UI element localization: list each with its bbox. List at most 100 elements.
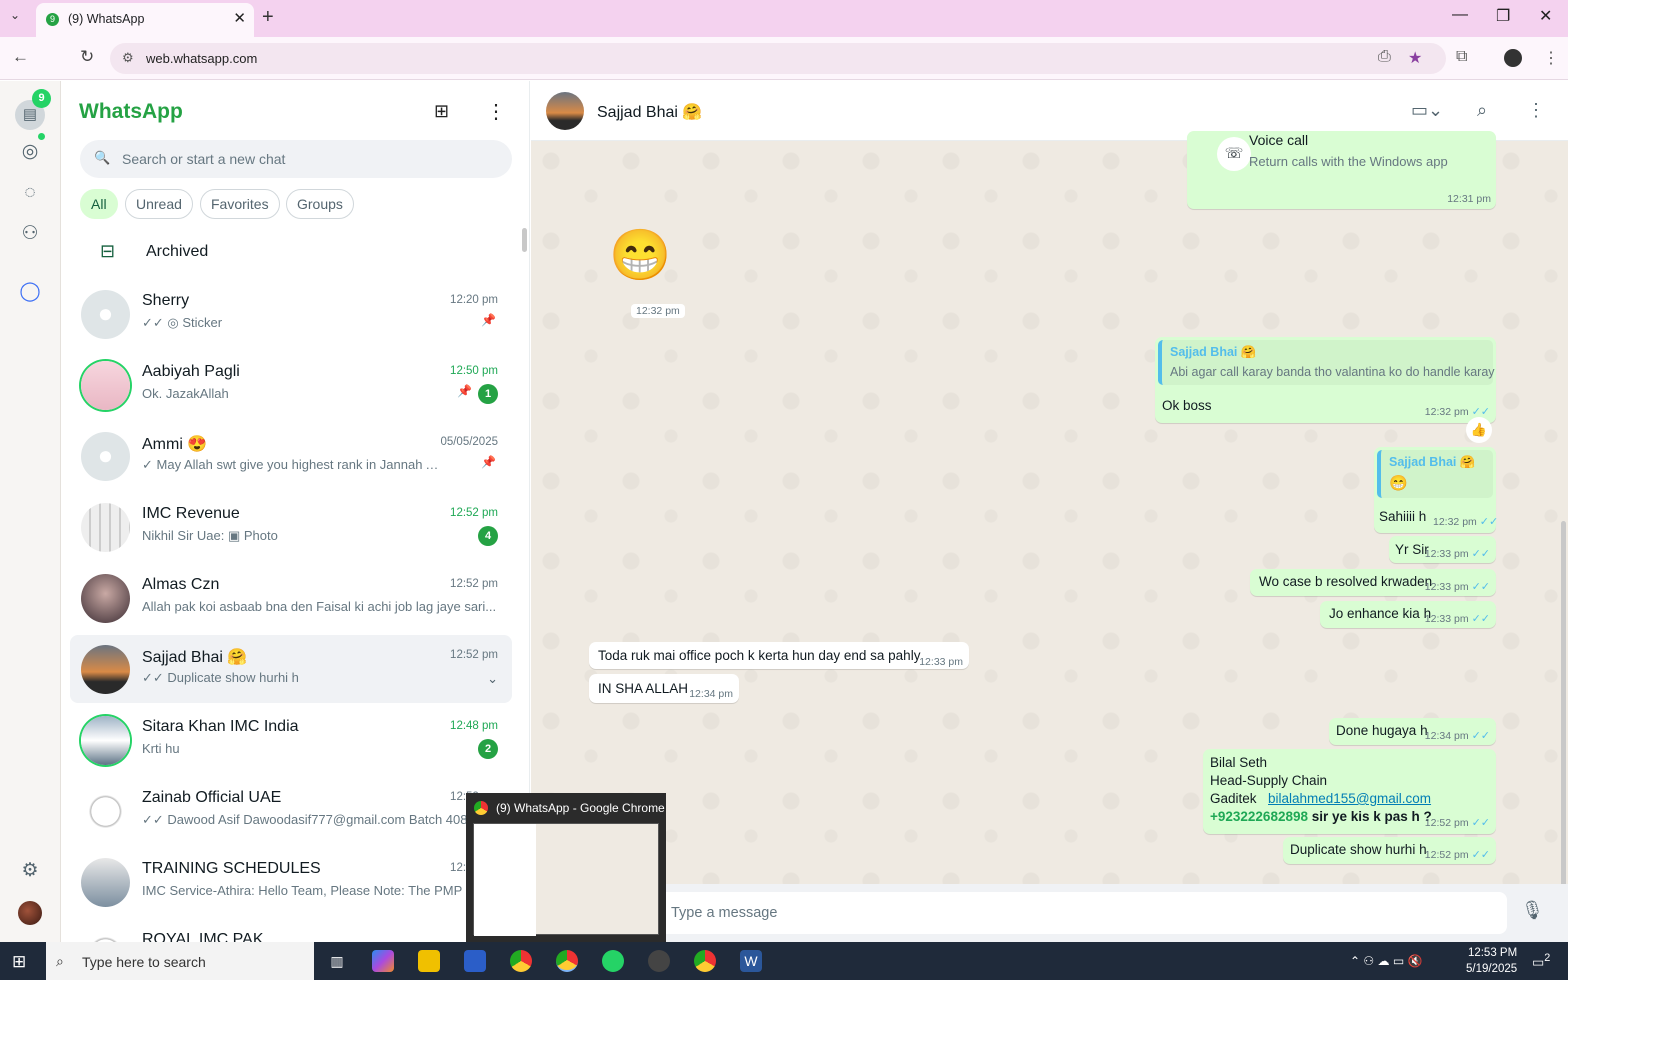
avatar: [81, 290, 130, 339]
quoted-message[interactable]: Sajjad Bhai 🤗 Abi agar call karay banda …: [1158, 340, 1495, 385]
chat-row-zainab[interactable]: Zainab Official UAE ✓✓ Dawood Asif Dawoo…: [70, 777, 512, 845]
chat-row-training[interactable]: TRAINING SCHEDULES IMC Service-Athira: H…: [70, 848, 512, 916]
profile-avatar-icon[interactable]: [1504, 49, 1522, 67]
chrome-icon[interactable]: [510, 950, 532, 972]
notification-icon[interactable]: ▭2: [1532, 952, 1550, 970]
menu-icon[interactable]: ⋮: [486, 99, 506, 124]
meta-ai-icon[interactable]: ◯: [19, 281, 41, 303]
chat-row-sherry[interactable]: Sherry ✓✓ ◎ Sticker 12:20 pm 📌: [70, 280, 512, 348]
profile-avatar[interactable]: [18, 901, 42, 925]
search-input[interactable]: 🔍 Search or start a new chat: [80, 140, 512, 178]
filter-groups[interactable]: Groups: [286, 189, 354, 219]
new-tab-button[interactable]: +: [262, 6, 274, 29]
copilot-icon[interactable]: [372, 950, 394, 972]
reaction-thumbs-up[interactable]: 👍: [1466, 417, 1492, 443]
status-dot-icon: [38, 133, 45, 140]
outgoing-message[interactable]: Done hugaya h 12:34 pm ✓✓: [1329, 718, 1496, 745]
chrome-active-icon[interactable]: [556, 950, 578, 972]
file-explorer-icon[interactable]: [418, 950, 440, 972]
outgoing-message[interactable]: Bilal Seth Head-Supply Chain Gaditek bil…: [1203, 749, 1496, 834]
message-text: Duplicate show hurhi h: [1290, 842, 1427, 857]
new-chat-icon[interactable]: ⊞: [434, 101, 449, 122]
chat-name: Zainab Official UAE: [142, 789, 282, 806]
chat-row-ammi[interactable]: Ammi 😍 ✓ May Allah swt give you highest …: [70, 422, 512, 490]
contact-avatar[interactable]: [546, 92, 584, 130]
read-tick-icon: ✓✓: [1471, 817, 1490, 829]
video-call-icon[interactable]: ▭⌄: [1411, 100, 1443, 121]
outgoing-message[interactable]: Sajjad Bhai 🤗 Abi agar call karay banda …: [1155, 337, 1496, 423]
archived-row[interactable]: ⊟ Archived: [62, 231, 529, 273]
tab-close-icon[interactable]: ✕: [233, 9, 246, 27]
taskbar-search[interactable]: ⌕ Type here to search: [46, 942, 314, 980]
chrome-profile-icon[interactable]: [694, 950, 716, 972]
browser-tab[interactable]: 9 (9) WhatsApp ✕: [36, 3, 254, 37]
chevron-down-icon[interactable]: ⌄: [487, 671, 498, 687]
channels-icon[interactable]: ◌: [19, 182, 41, 204]
reload-icon[interactable]: ↻: [80, 47, 94, 67]
window-close-button[interactable]: ✕: [1539, 6, 1552, 26]
minimize-button[interactable]: —: [1452, 6, 1468, 24]
word-icon[interactable]: W: [740, 950, 762, 972]
taskbar-clock[interactable]: 12:53 PM 5/19/2025: [1466, 945, 1517, 977]
filter-favorites[interactable]: Favorites: [200, 189, 280, 219]
avatar: [81, 929, 130, 942]
voice-call-bubble[interactable]: ☏ Voice call Return calls with the Windo…: [1187, 131, 1496, 209]
outgoing-message[interactable]: Yr Sir 12:33 pm ✓✓: [1389, 536, 1496, 563]
contact-name[interactable]: Sajjad Bhai 🤗: [597, 102, 702, 122]
task-view-icon[interactable]: ▥: [326, 950, 348, 972]
quoted-message[interactable]: Sajjad Bhai 🤗 😁: [1377, 450, 1493, 498]
chat-name: ROYAL IMC PAK: [142, 931, 264, 942]
read-tick-icon: ✓✓: [1479, 516, 1499, 528]
incoming-message[interactable]: Toda ruk mai office poch k kerta hun day…: [589, 642, 969, 669]
system-tray-icons[interactable]: ⌃ ⚇ ☁ ▭ 🔇: [1350, 954, 1422, 968]
chat-preview: Ok. JazakAllah: [142, 386, 229, 401]
address-bar[interactable]: ⚙ web.whatsapp.com: [110, 43, 1446, 74]
sticker-emoji[interactable]: 😁: [609, 226, 671, 285]
site-info-icon[interactable]: ⚙: [122, 50, 134, 66]
incoming-message[interactable]: IN SHA ALLAH 12:34 pm: [589, 674, 739, 703]
chat-row-sitara[interactable]: Sitara Khan IMC India Krti hu 12:48 pm 2: [70, 706, 512, 774]
message-placeholder: Type a message: [671, 905, 778, 921]
preview-thumbnail[interactable]: [473, 823, 659, 936]
status-icon[interactable]: ◎: [19, 141, 41, 163]
outgoing-message[interactable]: Duplicate show hurhi h 12:52 pm ✓✓: [1283, 837, 1496, 864]
chat-row-almas[interactable]: Almas Czn Allah pak koi asbaab bna den F…: [70, 564, 512, 632]
chat-row-royal[interactable]: ROYAL IMC PAK: [70, 919, 512, 942]
menu-icon[interactable]: ⋮: [1527, 100, 1545, 121]
conversation-scrollbar[interactable]: [1561, 521, 1566, 901]
clock-app-icon[interactable]: [648, 950, 670, 972]
search-icon[interactable]: ⌕: [1477, 100, 1487, 121]
outgoing-message[interactable]: Wo case b resolved krwaden 12:33 pm ✓✓: [1250, 569, 1496, 596]
install-app-icon[interactable]: ⎙: [1378, 48, 1391, 66]
archived-label: Archived: [146, 243, 209, 260]
app-icon[interactable]: [464, 950, 486, 972]
chat-name: Aabiyah Pagli: [142, 363, 240, 380]
email-link[interactable]: bilalahmed155@gmail.com: [1268, 791, 1431, 806]
taskbar-window-preview[interactable]: (9) WhatsApp - Google Chrome: [466, 793, 666, 943]
avatar: [81, 716, 130, 765]
quoted-text: Abi agar call karay banda tho valantina …: [1170, 365, 1495, 379]
message-input[interactable]: Type a message: [627, 892, 1507, 934]
filter-all[interactable]: All: [80, 189, 118, 219]
bookmark-star-icon[interactable]: ★: [1408, 48, 1422, 68]
windows-start-icon[interactable]: ⊞: [12, 952, 26, 972]
tab-search-icon[interactable]: ⌄: [10, 8, 20, 22]
microphone-icon[interactable]: 🎙: [1521, 900, 1544, 921]
chat-row-aabiyah[interactable]: Aabiyah Pagli Ok. JazakAllah 12:50 pm 📌 …: [70, 351, 512, 419]
whatsapp-icon[interactable]: [602, 950, 624, 972]
phone-link[interactable]: +923222682898: [1210, 809, 1308, 824]
outgoing-message[interactable]: Jo enhance kia h 12:33 pm ✓✓: [1320, 601, 1496, 628]
chat-row-sajjad[interactable]: Sajjad Bhai 🤗 ✓✓ Duplicate show hurhi h …: [70, 635, 512, 703]
message-text: Head-Supply Chain: [1210, 773, 1328, 788]
settings-gear-icon[interactable]: ⚙: [19, 860, 41, 882]
extensions-icon[interactable]: ⧉: [1456, 48, 1467, 66]
filter-unread[interactable]: Unread: [125, 189, 193, 219]
message-text: Yr Sir: [1395, 542, 1429, 557]
browser-menu-icon[interactable]: ⋮: [1543, 48, 1559, 68]
chat-list-scrollbar[interactable]: [522, 228, 527, 252]
chat-row-imc-revenue[interactable]: IMC Revenue Nikhil Sir Uae: ▣ Photo 12:5…: [70, 493, 512, 561]
restore-button[interactable]: ❐: [1496, 6, 1510, 26]
back-arrow-icon[interactable]: ←: [12, 47, 29, 67]
archive-icon: ⊟: [100, 241, 116, 261]
communities-icon[interactable]: ⚇: [19, 223, 41, 245]
